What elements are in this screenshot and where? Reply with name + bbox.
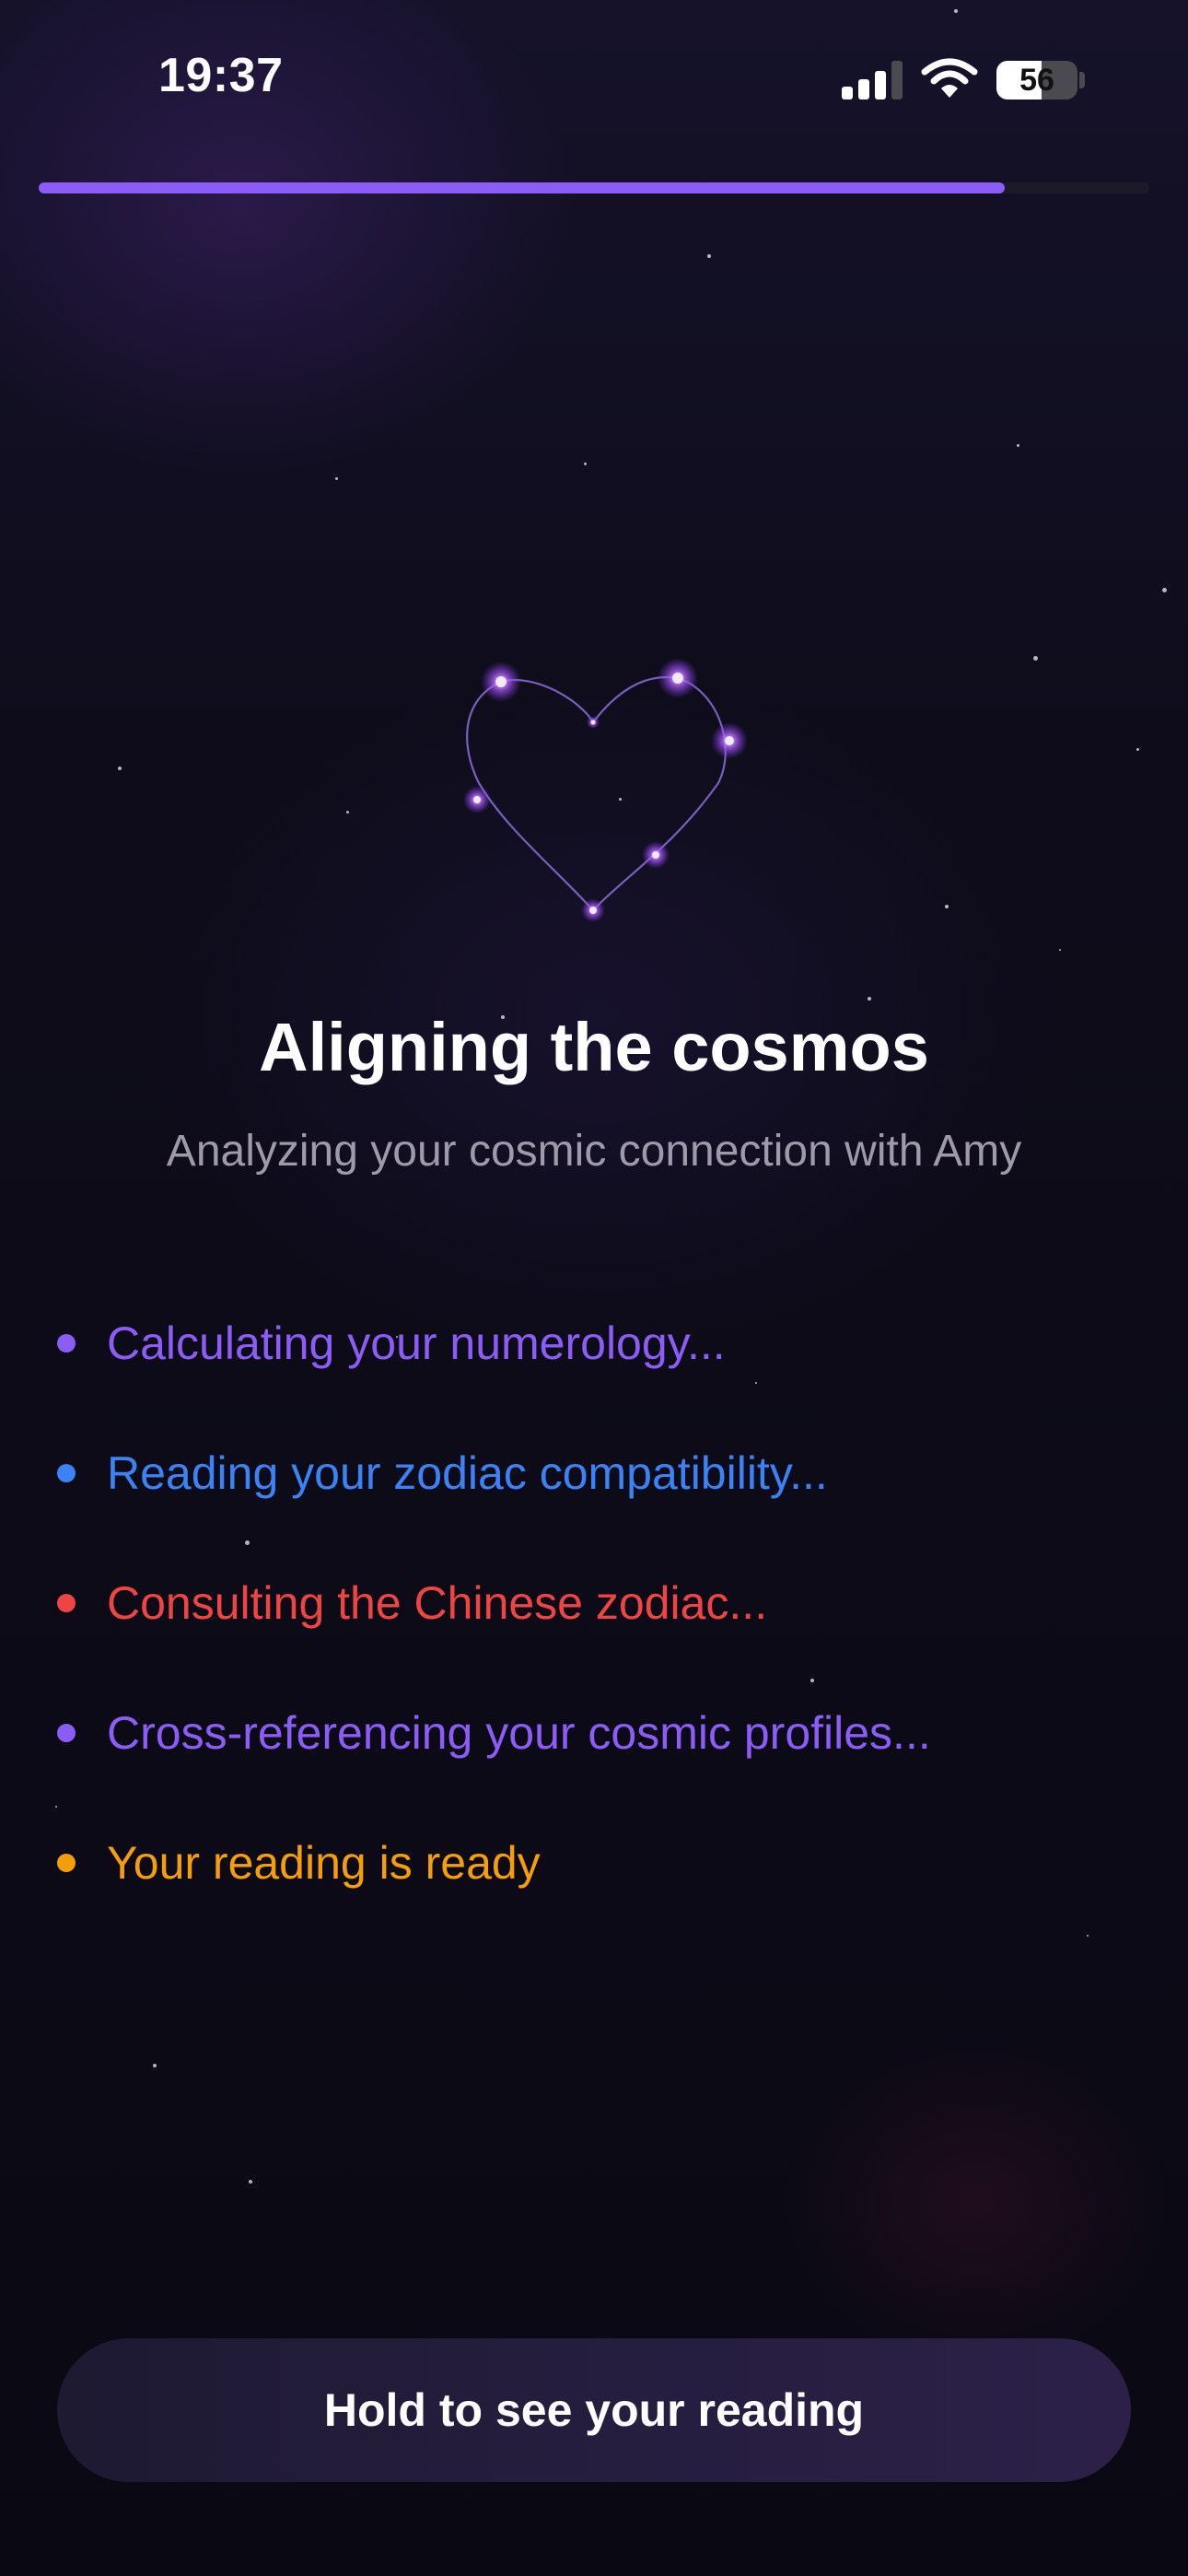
star — [346, 811, 349, 814]
star — [153, 2064, 157, 2067]
step-label: Consulting the Chinese zodiac... — [107, 1577, 768, 1629]
step-label: Cross-referencing your cosmic profiles..… — [107, 1707, 931, 1759]
star — [1017, 444, 1019, 447]
step-dot — [57, 1854, 76, 1872]
star — [1059, 949, 1061, 951]
page-subtitle: Analyzing your cosmic connection with Am… — [166, 1127, 1022, 1176]
progress-bar — [39, 182, 1149, 193]
star — [1136, 748, 1139, 751]
step-dot — [57, 1594, 76, 1612]
star — [868, 997, 871, 1001]
star — [954, 9, 958, 13]
star — [335, 477, 338, 480]
status-time: 19:37 — [158, 49, 284, 102]
wifi-icon — [921, 58, 978, 98]
battery-level: 56 — [1019, 63, 1054, 98]
list-item: Reading your zodiac compatibility... — [57, 1438, 1144, 1568]
signal-icon — [842, 61, 904, 100]
star — [707, 254, 711, 258]
battery-icon: 56 — [996, 61, 1077, 100]
star — [1033, 656, 1038, 661]
list-item: Your reading is ready — [57, 1828, 1144, 1958]
battery-cap — [1079, 72, 1085, 88]
background — [0, 0, 1188, 2576]
star — [945, 905, 949, 908]
step-label: Reading your zodiac compatibility... — [107, 1447, 828, 1499]
step-dot — [57, 1334, 76, 1352]
list-item: Consulting the Chinese zodiac... — [57, 1568, 1144, 1698]
page-title: Aligning the cosmos — [259, 1009, 929, 1085]
progress-fill — [39, 182, 1006, 193]
constellation-heart-icon — [463, 658, 748, 921]
star — [1162, 588, 1167, 592]
analysis-steps-list: Calculating your numerology... Reading y… — [57, 1308, 1144, 1958]
hold-to-see-reading-button[interactable]: Hold to see your reading — [57, 2338, 1131, 2482]
list-item: Calculating your numerology... — [57, 1308, 1144, 1438]
star — [118, 767, 122, 770]
step-dot — [57, 1464, 76, 1482]
list-item: Cross-referencing your cosmic profiles..… — [57, 1698, 1144, 1828]
step-dot — [57, 1724, 76, 1742]
star — [249, 2180, 252, 2184]
step-label: Calculating your numerology... — [107, 1317, 726, 1369]
star — [584, 463, 587, 465]
step-label: Your reading is ready — [107, 1837, 541, 1889]
